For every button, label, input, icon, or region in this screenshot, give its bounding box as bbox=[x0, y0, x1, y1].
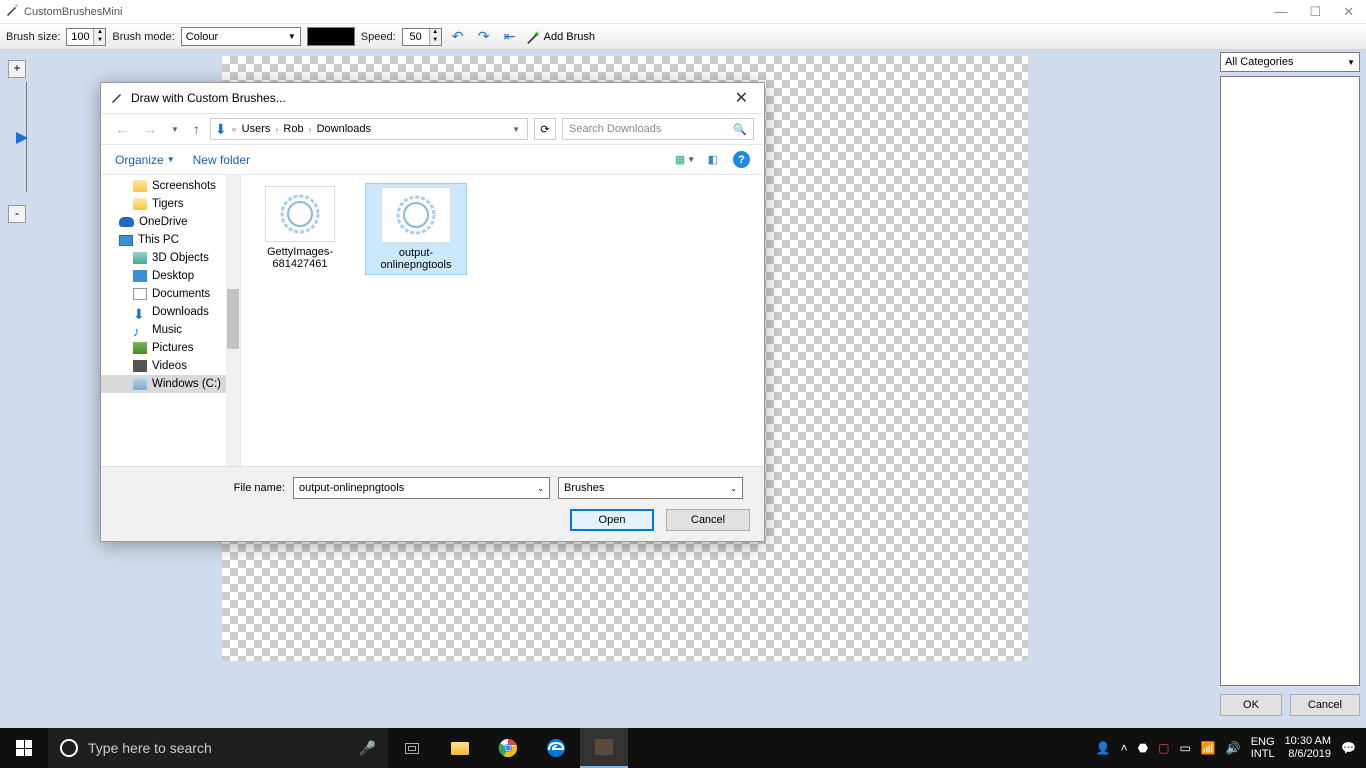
breadcrumb[interactable]: ⬇ « Users › Rob › Downloads ▼ bbox=[210, 118, 528, 140]
dialog-cancel-button[interactable]: Cancel bbox=[666, 509, 750, 531]
undo-icon[interactable]: ↶ bbox=[448, 27, 468, 47]
brush-icon bbox=[6, 3, 18, 21]
tree-item[interactable]: Tigers bbox=[101, 195, 240, 213]
tree-scrollbar[interactable] bbox=[226, 175, 240, 466]
brush-size-input[interactable]: ▲▼ bbox=[66, 28, 106, 46]
file-item[interactable]: output-onlinepngtools bbox=[365, 183, 467, 275]
breadcrumb-item[interactable]: Downloads bbox=[317, 123, 371, 135]
system-tray: 👤 ˄ ⬣ ▢ ▭ 📶 🔊 ENGINTL 10:30 AM8/6/2019 💬 bbox=[1086, 735, 1366, 761]
tree-item[interactable]: Documents bbox=[101, 285, 240, 303]
language-indicator[interactable]: ENGINTL bbox=[1251, 736, 1275, 760]
file-name: GettyImages-681427461 bbox=[252, 246, 348, 270]
file-open-dialog: Draw with Custom Brushes... ✕ ← → ▼ ↑ ⬇ … bbox=[100, 82, 765, 542]
brush-size-label: Brush size: bbox=[6, 31, 60, 43]
search-input[interactable]: Search Downloads 🔍 bbox=[562, 118, 754, 140]
wifi-icon[interactable]: 📶 bbox=[1201, 741, 1216, 755]
tree-item[interactable]: This PC bbox=[101, 231, 240, 249]
dialog-toolbar: Organize ▼ New folder ▦▼ ◧ ? bbox=[101, 145, 764, 175]
speed-input[interactable]: ▲▼ bbox=[402, 28, 442, 46]
file-thumbnail bbox=[265, 186, 335, 242]
brush-mode-label: Brush mode: bbox=[112, 31, 174, 43]
taskbar: Type here to search 🎤 👤 ˄ ⬣ ▢ ▭ 📶 🔊 ENGI… bbox=[0, 728, 1366, 768]
people-icon[interactable]: 👤 bbox=[1096, 741, 1111, 755]
redo-icon[interactable]: ↷ bbox=[474, 27, 494, 47]
nav-forward-button[interactable]: → bbox=[139, 121, 161, 137]
breadcrumb-item[interactable]: Rob bbox=[283, 123, 303, 135]
tree-item[interactable]: Videos bbox=[101, 357, 240, 375]
download-arrow-icon: ⬇ bbox=[215, 121, 227, 138]
filetype-select[interactable]: Brushes⌄ bbox=[558, 477, 743, 499]
add-brush-button[interactable]: + Add Brush bbox=[526, 27, 595, 47]
tree-item[interactable]: 3D Objects bbox=[101, 249, 240, 267]
tree-item[interactable]: ♪Music bbox=[101, 321, 240, 339]
preview-pane-button[interactable]: ◧ bbox=[705, 152, 721, 168]
toolbar: Brush size: ▲▼ Brush mode: Colour▼ Speed… bbox=[0, 24, 1366, 50]
filename-label: File name: bbox=[115, 482, 285, 494]
minimize-button[interactable]: — bbox=[1274, 4, 1287, 20]
dialog-close-button[interactable]: ✕ bbox=[729, 88, 754, 108]
speed-label: Speed: bbox=[361, 31, 396, 43]
tree-item[interactable]: OneDrive bbox=[101, 213, 240, 231]
brush-mode-select[interactable]: Colour▼ bbox=[181, 27, 301, 46]
file-thumbnail bbox=[381, 187, 451, 243]
nav-history-button[interactable]: ▼ bbox=[167, 125, 183, 134]
tree-item[interactable]: Desktop bbox=[101, 267, 240, 285]
task-view-button[interactable] bbox=[388, 728, 436, 768]
cortana-icon bbox=[60, 739, 78, 757]
gimp-icon[interactable] bbox=[580, 728, 628, 768]
dialog-nav: ← → ▼ ↑ ⬇ « Users › Rob › Downloads ▼ ⟳ … bbox=[101, 113, 764, 145]
svg-text:+: + bbox=[534, 30, 540, 39]
start-button[interactable] bbox=[0, 728, 48, 768]
dialog-title: Draw with Custom Brushes... bbox=[131, 91, 729, 105]
ok-button[interactable]: OK bbox=[1220, 694, 1282, 716]
view-mode-button[interactable]: ▦▼ bbox=[677, 152, 693, 168]
clock[interactable]: 10:30 AM8/6/2019 bbox=[1285, 735, 1331, 761]
app-title: CustomBrushesMini bbox=[24, 6, 1274, 18]
cancel-button[interactable]: Cancel bbox=[1290, 694, 1360, 716]
brush-list[interactable] bbox=[1220, 76, 1360, 686]
close-button[interactable]: ✕ bbox=[1343, 4, 1354, 20]
add-tab-button[interactable]: + bbox=[8, 60, 26, 78]
volume-icon[interactable]: 🔊 bbox=[1226, 741, 1241, 755]
breadcrumb-item[interactable]: Users bbox=[242, 123, 271, 135]
back-step-icon[interactable]: ⇤ bbox=[500, 27, 520, 47]
tray-up-icon[interactable]: ˄ bbox=[1121, 741, 1128, 755]
battery-icon[interactable]: ▢ bbox=[1158, 741, 1169, 755]
nav-up-button[interactable]: ↑ bbox=[189, 121, 204, 137]
network-icon[interactable]: ▭ bbox=[1179, 741, 1190, 755]
color-swatch[interactable] bbox=[307, 27, 355, 46]
tree-item[interactable]: Pictures bbox=[101, 339, 240, 357]
right-panel: All Categories▼ OK Cancel bbox=[1220, 52, 1360, 716]
notifications-icon[interactable]: 💬 bbox=[1341, 741, 1356, 755]
edge-icon[interactable] bbox=[532, 728, 580, 768]
filename-input[interactable]: output-onlinepngtools⌄ bbox=[293, 477, 550, 499]
open-button[interactable]: Open bbox=[570, 509, 654, 531]
file-explorer-icon[interactable] bbox=[436, 728, 484, 768]
tree-item[interactable]: ⬇Downloads bbox=[101, 303, 240, 321]
search-icon: 🔍 bbox=[733, 123, 747, 136]
dialog-titlebar: Draw with Custom Brushes... ✕ bbox=[101, 83, 764, 113]
refresh-button[interactable]: ⟳ bbox=[534, 118, 556, 140]
app-titlebar: CustomBrushesMini — ☐ ✕ bbox=[0, 0, 1366, 24]
brush-icon bbox=[111, 91, 123, 106]
file-name: output-onlinepngtools bbox=[369, 247, 463, 271]
tree-item[interactable]: Screenshots bbox=[101, 177, 240, 195]
maximize-button[interactable]: ☐ bbox=[1309, 4, 1321, 20]
file-list[interactable]: GettyImages-681427461 output-onlinepngtoo… bbox=[241, 175, 764, 466]
new-folder-button[interactable]: New folder bbox=[193, 153, 250, 167]
help-button[interactable]: ? bbox=[733, 151, 750, 168]
chrome-icon[interactable] bbox=[484, 728, 532, 768]
remove-tab-button[interactable]: - bbox=[8, 205, 26, 223]
organize-button[interactable]: Organize ▼ bbox=[115, 153, 175, 167]
file-item[interactable]: GettyImages-681427461 bbox=[249, 183, 351, 273]
opacity-slider-thumb[interactable] bbox=[16, 132, 28, 144]
dialog-footer: File name: output-onlinepngtools⌄ Brushe… bbox=[101, 466, 764, 541]
folder-tree: ScreenshotsTigersOneDriveThis PC3D Objec… bbox=[101, 175, 241, 466]
mic-icon[interactable]: 🎤 bbox=[359, 740, 376, 757]
nav-back-button[interactable]: ← bbox=[111, 121, 133, 137]
security-icon[interactable]: ⬣ bbox=[1138, 741, 1148, 755]
category-select[interactable]: All Categories▼ bbox=[1220, 52, 1360, 72]
taskbar-search[interactable]: Type here to search 🎤 bbox=[48, 728, 388, 768]
tree-item[interactable]: Windows (C:) bbox=[101, 375, 240, 393]
